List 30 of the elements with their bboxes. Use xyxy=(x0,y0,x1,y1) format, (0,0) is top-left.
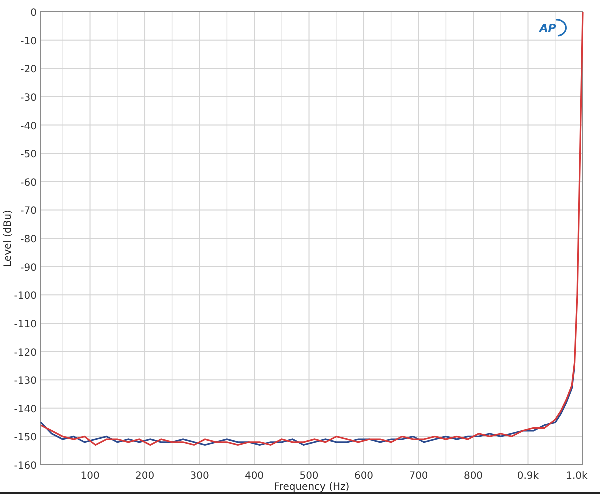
axis-tick-label: -120 xyxy=(14,348,37,359)
axis-tick-label: 0 xyxy=(30,8,37,19)
axis-tick-label: -30 xyxy=(20,92,37,104)
axis-tick-label: -100 xyxy=(14,291,37,302)
axis-tick-label: -130 xyxy=(14,376,37,388)
axis-tick-label: 700 xyxy=(409,471,428,482)
axis-tick-label: -60 xyxy=(20,178,37,189)
axis-tick-label: 400 xyxy=(244,471,264,482)
axis-tick-label: -140 xyxy=(14,404,37,416)
axis-tick-label: 300 xyxy=(190,471,210,482)
axis-tick-label: -90 xyxy=(20,262,37,274)
axis-tick-label: -110 xyxy=(14,319,37,330)
axis-tick-label: -160 xyxy=(14,461,37,472)
axis-title: Level (dBu) xyxy=(3,210,14,267)
axis-tick-label: 800 xyxy=(464,471,484,482)
axis-tick-label: -20 xyxy=(20,64,37,76)
axis-tick-label: 200 xyxy=(135,471,155,482)
axis-tick-label: -80 xyxy=(20,234,37,246)
axis-tick-label: 1.0k xyxy=(566,471,588,482)
axis-tick-label: 600 xyxy=(354,471,374,482)
axis-tick-label: -10 xyxy=(20,36,37,48)
axis-tick-label: -40 xyxy=(20,121,37,132)
axis-tick-label: 500 xyxy=(300,471,319,482)
axis-tick-label: 100 xyxy=(80,471,100,482)
axis-tick-label: -70 xyxy=(20,206,37,218)
axis-tick-label: -150 xyxy=(14,432,37,444)
axis-tick-label: -50 xyxy=(20,150,37,161)
axis-tick-label: 0.9k xyxy=(517,471,540,482)
logo: AP xyxy=(540,19,567,37)
axis-title: Frequency (Hz) xyxy=(274,482,350,492)
